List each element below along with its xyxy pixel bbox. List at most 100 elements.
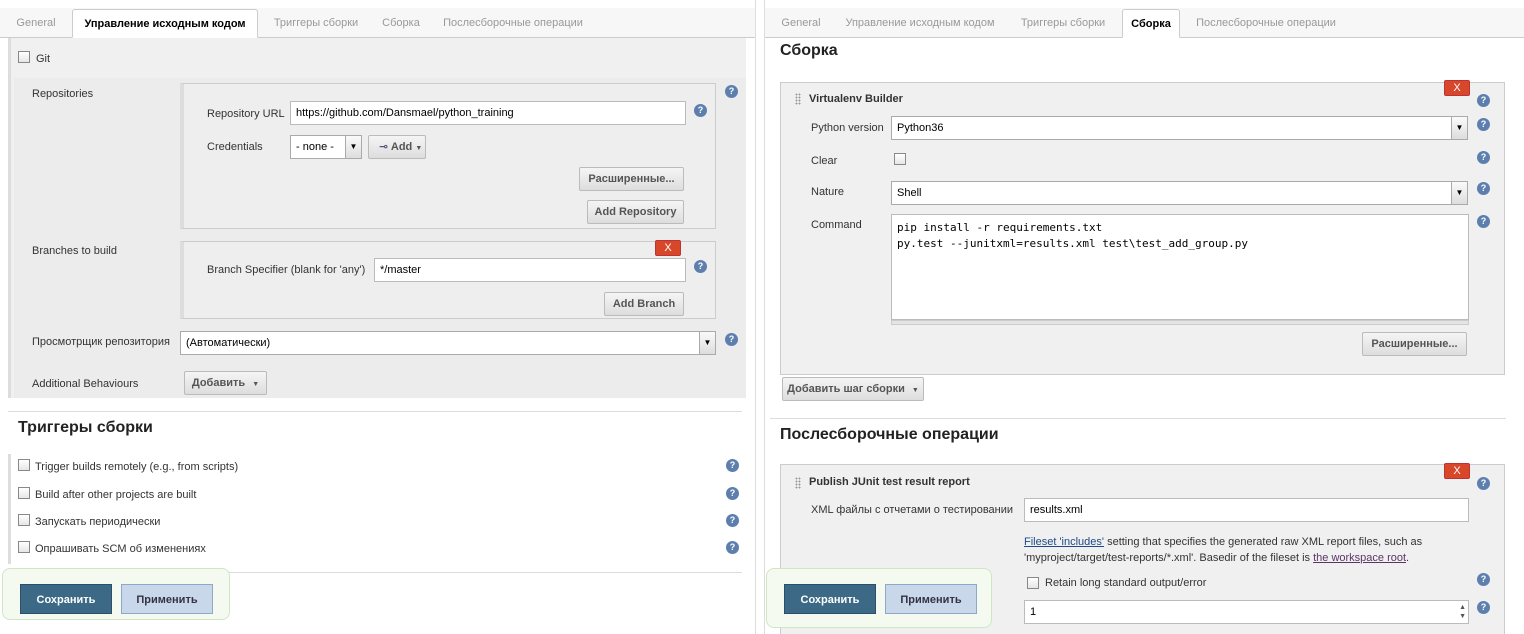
build-title: Сборка (780, 42, 838, 59)
workspace-root-link[interactable]: the workspace root (1313, 552, 1406, 564)
add-behaviour-button[interactable]: Добавить ▼ (184, 371, 267, 395)
trigger-poll-scm-label: Опрашивать SCM об изменениях (35, 543, 206, 555)
repo-browser-value: (Автоматически) (186, 337, 271, 349)
health-factor-value: 1 (1030, 606, 1037, 618)
textarea-resize-handle[interactable] (891, 320, 1469, 325)
repositories-label: Repositories (32, 88, 94, 100)
help-icon[interactable]: ? (1477, 94, 1490, 107)
help-icon[interactable]: ? (1477, 215, 1490, 228)
add-branch-button[interactable]: Add Branch (604, 292, 684, 316)
advanced-button[interactable]: Расширенные... (1362, 332, 1467, 356)
add-build-step-button[interactable]: Добавить шаг сборки ▼ (782, 377, 924, 401)
retain-output-checkbox[interactable] (1027, 577, 1039, 589)
tab-triggers[interactable]: Триггеры сборки (266, 9, 366, 38)
help-text-3: . (1406, 552, 1410, 564)
right-tab-bar: General Управление исходным кодом Тригге… (765, 8, 1524, 38)
divider (770, 418, 1506, 419)
nature-value: Shell (897, 187, 922, 199)
repo-browser-select[interactable]: (Автоматически) ▼ (180, 331, 716, 355)
trigger-remote-checkbox[interactable] (18, 459, 30, 471)
add-credentials-label: Add (390, 141, 413, 153)
python-version-select[interactable]: Python36 ▼ (891, 116, 1468, 140)
help-text-1: setting that specifies the generated raw… (1104, 536, 1423, 548)
tab-scm[interactable]: Управление исходным кодом (837, 9, 1003, 38)
nature-label: Nature (811, 186, 845, 198)
tab-build[interactable]: Сборка (1122, 9, 1180, 38)
help-icon[interactable]: ? (1477, 573, 1490, 586)
apply-button[interactable]: Применить (885, 584, 977, 614)
python-version-label: Python version (811, 122, 884, 134)
save-button[interactable]: Сохранить (784, 584, 876, 614)
triggers-edge (8, 454, 11, 564)
xml-reports-help-text: Fileset 'includes' setting that specifie… (1024, 534, 1422, 566)
delete-branch-button[interactable]: X (655, 240, 681, 256)
help-icon[interactable]: ? (1477, 601, 1490, 614)
tab-scm[interactable]: Управление исходным кодом (72, 9, 258, 38)
post-build-title: Послесборочные операции (780, 426, 999, 443)
advanced-button[interactable]: Расширенные... (579, 167, 684, 191)
add-build-step-label: Добавить шаг сборки (787, 383, 905, 395)
trigger-after-projects-label: Build after other projects are built (35, 489, 197, 501)
credentials-select[interactable]: - none - ▼ (290, 135, 362, 159)
trigger-poll-scm-checkbox[interactable] (18, 541, 30, 553)
trigger-after-projects-checkbox[interactable] (18, 487, 30, 499)
chevron-down-icon: ▼ (1451, 117, 1467, 139)
key-icon: ⊸ (379, 141, 389, 153)
help-icon[interactable]: ? (726, 459, 739, 472)
tab-general[interactable]: General (8, 9, 64, 38)
clear-checkbox[interactable] (894, 153, 906, 165)
delete-build-step-button[interactable]: X (1444, 80, 1470, 96)
tab-post-build[interactable]: Послесборочные операции (1189, 9, 1343, 38)
help-icon[interactable]: ? (694, 260, 707, 273)
chevron-down-icon: ▼ (911, 387, 919, 394)
chevron-down-icon: ▼ (699, 332, 715, 354)
tab-triggers[interactable]: Триггеры сборки (1013, 9, 1113, 38)
drag-handle[interactable] (795, 477, 801, 489)
help-text-2: 'myproject/target/test-reports/*.xml'. B… (1024, 552, 1314, 564)
help-icon[interactable]: ? (726, 514, 739, 527)
trigger-periodic-checkbox[interactable] (18, 514, 30, 526)
help-icon[interactable]: ? (726, 487, 739, 500)
trigger-remote-label: Trigger builds remotely (e.g., from scri… (35, 461, 239, 473)
command-label: Command (811, 219, 862, 231)
command-textarea[interactable]: pip install -r requirements.txt py.test … (891, 214, 1469, 320)
tab-post-build[interactable]: Послесборочные операции (436, 9, 590, 38)
retain-output-label: Retain long standard output/error (1045, 577, 1207, 589)
chevron-down-icon: ▼ (415, 145, 423, 152)
tab-general[interactable]: General (773, 9, 829, 38)
junit-publisher-title: Publish JUnit test result report (809, 476, 970, 488)
repository-url-label: Repository URL (207, 108, 285, 120)
help-icon[interactable]: ? (694, 104, 707, 117)
credentials-label: Credentials (207, 141, 263, 153)
help-icon[interactable]: ? (725, 85, 738, 98)
nature-select[interactable]: Shell ▼ (891, 181, 1468, 205)
help-icon[interactable]: ? (725, 333, 738, 346)
panel-divider (755, 0, 765, 634)
repository-url-input[interactable]: https://github.com/Dansmael/python_train… (290, 101, 686, 125)
left-tab-bar: General Управление исходным кодом Тригге… (0, 8, 755, 38)
health-factor-input[interactable]: 1 ▲ ▼ (1024, 600, 1469, 624)
help-icon[interactable]: ? (1477, 182, 1490, 195)
delete-post-build-button[interactable]: X (1444, 463, 1470, 479)
apply-button[interactable]: Применить (121, 584, 213, 614)
repo-browser-label: Просмотрщик репозитория (32, 336, 170, 348)
add-credentials-button[interactable]: ⊸ Add ▼ (368, 135, 426, 159)
help-icon[interactable]: ? (726, 541, 739, 554)
git-checkbox[interactable] (18, 51, 30, 63)
stepper-icon[interactable]: ▲ ▼ (1459, 603, 1466, 621)
save-button[interactable]: Сохранить (20, 584, 112, 614)
chevron-down-icon: ▼ (345, 136, 361, 158)
branch-specifier-input[interactable]: */master (374, 258, 686, 282)
drag-handle[interactable] (795, 93, 801, 105)
fileset-includes-link[interactable]: Fileset 'includes' (1024, 536, 1104, 548)
help-icon[interactable]: ? (1477, 477, 1490, 490)
trigger-periodic-label: Запускать периодически (35, 516, 161, 528)
help-icon[interactable]: ? (1477, 151, 1490, 164)
divider (8, 411, 742, 412)
tab-build[interactable]: Сборка (374, 9, 428, 38)
xml-reports-input[interactable]: results.xml (1024, 498, 1469, 522)
help-icon[interactable]: ? (1477, 118, 1490, 131)
git-label: Git (36, 53, 51, 65)
credentials-value: - none - (296, 141, 334, 153)
add-repository-button[interactable]: Add Repository (587, 200, 684, 224)
